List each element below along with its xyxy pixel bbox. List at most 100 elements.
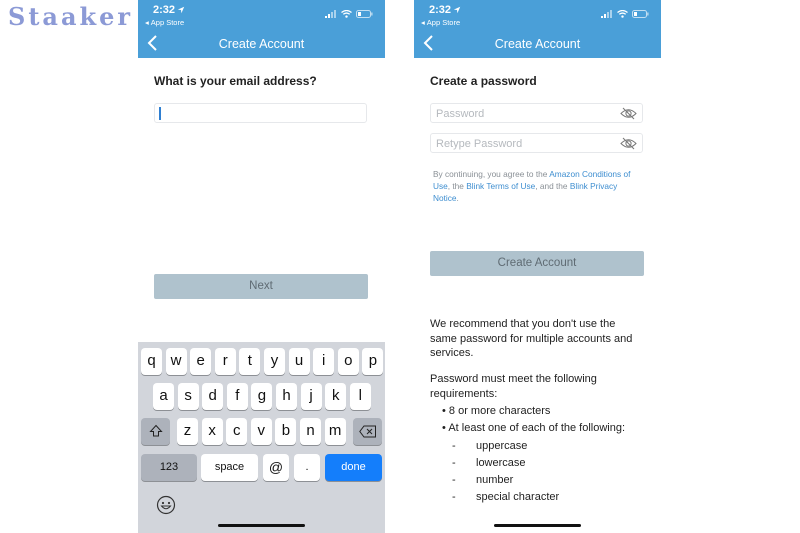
next-button[interactable]: Next [154, 274, 368, 299]
requirement-text: At least one of each of the following: [448, 422, 626, 434]
status-time: 2:32 [153, 4, 185, 16]
keyboard: qwertyuiop asdfghjkl zxcvbnm 123 space @… [138, 342, 385, 533]
key-p[interactable]: p [362, 348, 384, 375]
retype-password-input[interactable]: Retype Password [430, 133, 643, 153]
back-app-label: App Store [426, 18, 461, 27]
legal-text: , the [447, 181, 467, 191]
sub-requirements-list: - uppercase - lowercase - number - special c… [452, 440, 559, 508]
key-c[interactable]: c [226, 418, 248, 445]
back-to-app-link[interactable]: ◂ App Store [421, 18, 460, 27]
eye-slash-icon[interactable] [620, 137, 637, 150]
sub-requirement-text: number [476, 474, 514, 486]
legal-text: , and the [535, 181, 570, 191]
home-indicator [494, 524, 581, 527]
key-s[interactable]: s [177, 383, 199, 410]
key-f[interactable]: f [226, 383, 248, 410]
key-n[interactable]: n [300, 418, 321, 445]
password-placeholder: Password [436, 108, 485, 120]
retype-placeholder: Retype Password [436, 138, 523, 150]
key-w[interactable]: w [165, 348, 187, 375]
nav-title: Create Account [218, 37, 305, 51]
sub-requirement-item: - uppercase [452, 440, 559, 457]
key-y[interactable]: y [264, 348, 285, 375]
sub-requirement-item: - lowercase [452, 457, 559, 474]
back-triangle-icon: ◂ [421, 18, 425, 27]
dot-key[interactable]: . [294, 454, 320, 481]
signal-icon [325, 10, 336, 18]
key-r[interactable]: r [214, 348, 236, 375]
legal-text: . [456, 193, 459, 203]
wifi-icon [617, 10, 628, 18]
battery-icon [632, 10, 649, 18]
key-t[interactable]: t [239, 348, 261, 375]
battery-icon [356, 10, 373, 18]
back-app-label: App Store [150, 18, 185, 27]
nav-title: Create Account [494, 37, 581, 51]
location-arrow-icon [177, 6, 185, 14]
password-title: Create a password [430, 74, 537, 88]
sub-requirement-text: lowercase [476, 457, 526, 469]
back-triangle-icon: ◂ [145, 18, 149, 27]
sub-requirement-item: - number [452, 474, 559, 491]
key-q[interactable]: q [141, 348, 162, 375]
key-j[interactable]: j [300, 383, 322, 410]
delete-key[interactable] [353, 418, 382, 445]
space-key[interactable]: space [201, 454, 258, 481]
email-screen: 2:32 ◂ App Store Create Account What is … [138, 0, 385, 533]
requirements-intro: Password must meet the following require… [430, 373, 597, 400]
shift-icon [148, 424, 163, 437]
blink-terms-link[interactable]: Blink Terms of Use [466, 181, 535, 191]
key-x[interactable]: x [201, 418, 223, 445]
create-account-button[interactable]: Create Account [430, 251, 644, 276]
text-caret [159, 107, 161, 120]
email-input[interactable] [154, 103, 367, 123]
email-question: What is your email address? [154, 74, 317, 88]
header-bar: 2:32 ◂ App Store Create Account [138, 0, 385, 58]
key-g[interactable]: g [251, 383, 273, 410]
brand-logo: Staaker [8, 2, 134, 31]
requirements-list: • 8 or more characters • At least one of… [442, 405, 625, 439]
sub-requirement-item: - special character [452, 491, 559, 508]
key-a[interactable]: a [153, 383, 174, 410]
password-input[interactable]: Password [430, 103, 643, 123]
key-o[interactable]: o [337, 348, 359, 375]
key-z[interactable]: z [177, 418, 198, 445]
password-screen: 2:32 ◂ App Store Create Account Create a… [414, 0, 661, 533]
key-k[interactable]: k [325, 383, 347, 410]
key-m[interactable]: m [324, 418, 346, 445]
status-icons [601, 10, 649, 18]
backspace-icon [358, 425, 376, 438]
requirement-item: • At least one of each of the following: [442, 422, 626, 434]
requirement-item: • 8 or more characters [442, 405, 551, 417]
recommendation-text: We recommend that you don't use the same… [430, 318, 633, 359]
done-key[interactable]: done [325, 454, 382, 481]
legal-notice: By continuing, you agree to the Amazon C… [433, 168, 645, 204]
clock: 2:32 [153, 4, 176, 16]
status-icons [325, 10, 373, 18]
signal-icon [601, 10, 612, 18]
at-key[interactable]: @ [263, 454, 289, 481]
location-arrow-icon [453, 6, 461, 14]
key-b[interactable]: b [275, 418, 297, 445]
shift-key[interactable] [141, 418, 170, 445]
header-bar: 2:32 ◂ App Store Create Account [414, 0, 661, 58]
key-u[interactable]: u [288, 348, 310, 375]
key-l[interactable]: l [349, 383, 371, 410]
legal-text: By continuing, you agree to the [433, 169, 550, 179]
home-indicator [218, 524, 305, 527]
emoji-icon[interactable] [156, 495, 176, 515]
status-time: 2:32 [429, 4, 461, 16]
key-h[interactable]: h [276, 383, 297, 410]
sub-requirement-text: special character [476, 491, 560, 503]
requirement-text: 8 or more characters [448, 405, 551, 417]
clock: 2:32 [429, 4, 452, 16]
eye-slash-icon[interactable] [620, 107, 637, 120]
key-v[interactable]: v [250, 418, 272, 445]
key-i[interactable]: i [313, 348, 335, 375]
numbers-key[interactable]: 123 [141, 454, 197, 481]
back-to-app-link[interactable]: ◂ App Store [145, 18, 184, 27]
sub-requirement-text: uppercase [476, 440, 528, 452]
key-e[interactable]: e [190, 348, 212, 375]
key-d[interactable]: d [202, 383, 224, 410]
wifi-icon [341, 10, 352, 18]
